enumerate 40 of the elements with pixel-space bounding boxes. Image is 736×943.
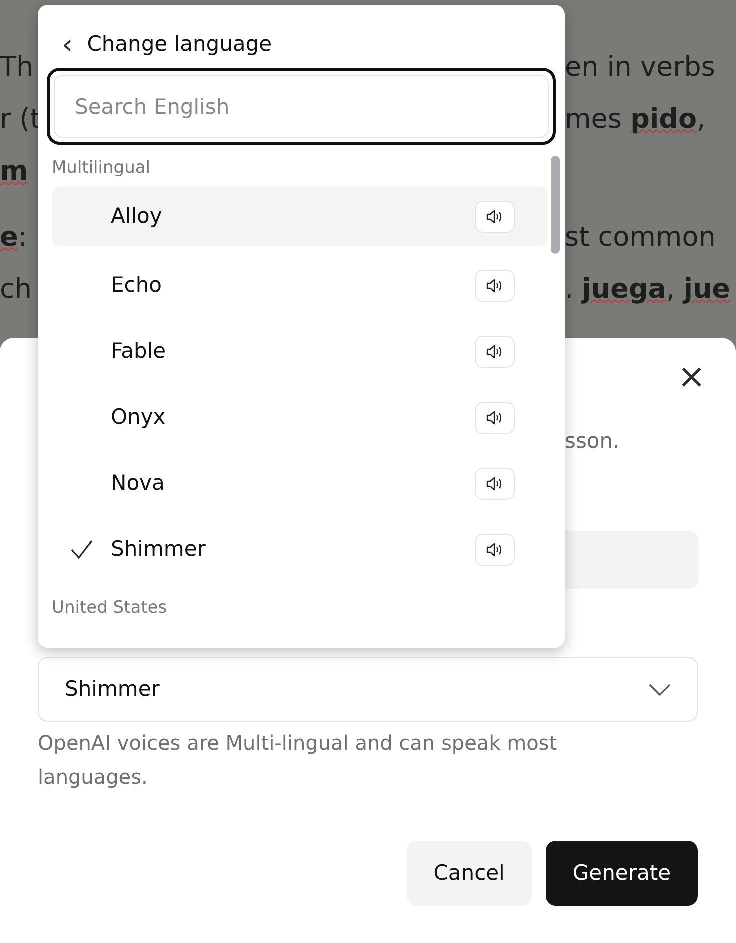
- description-text: sson.: [565, 428, 620, 455]
- speaker-icon: [486, 344, 504, 360]
- group-label: United States: [52, 597, 168, 620]
- text-fragment: . juega, jue: [565, 273, 732, 307]
- voice-option[interactable]: Onyx: [52, 385, 548, 451]
- speaker-icon: [486, 278, 504, 294]
- text-fragment: e:: [0, 221, 28, 255]
- voice-option[interactable]: Nova: [52, 451, 548, 517]
- close-button[interactable]: ×: [672, 360, 712, 394]
- helper-text: OpenAI voices are Multi-lingual and can speak most languages.: [38, 730, 558, 791]
- text-fragment: ch: [0, 273, 32, 307]
- group-label: Multilingual: [52, 157, 152, 180]
- speaker-icon: [486, 208, 504, 224]
- cancel-button[interactable]: Cancel: [406, 841, 532, 906]
- voice-option[interactable]: Fable: [52, 319, 548, 385]
- speaker-icon: [486, 542, 504, 558]
- chevron-down-icon: [649, 684, 671, 696]
- voice-option[interactable]: Echo: [52, 253, 548, 319]
- text-fragment: Th: [0, 51, 34, 85]
- voice-select[interactable]: Shimmer: [38, 657, 698, 722]
- text-fragment: st common: [565, 221, 717, 255]
- text-fragment: en in verbs: [565, 51, 716, 85]
- play-sample-button[interactable]: [475, 468, 515, 500]
- play-sample-button[interactable]: [475, 270, 515, 302]
- speaker-icon: [486, 410, 504, 426]
- generate-button[interactable]: Generate: [546, 841, 698, 906]
- back-button[interactable]: ‹: [60, 33, 76, 57]
- voice-option[interactable]: Alloy: [52, 187, 548, 246]
- input-field[interactable]: [565, 531, 699, 589]
- speaker-icon: [486, 476, 504, 492]
- play-sample-button[interactable]: [475, 534, 515, 566]
- play-sample-button[interactable]: [475, 200, 515, 232]
- menu-title: Change language: [87, 31, 272, 58]
- search-field[interactable]: Search English: [47, 68, 556, 145]
- scrollbar[interactable]: [551, 156, 560, 254]
- play-sample-button[interactable]: [475, 336, 515, 368]
- voice-option[interactable]: Shimmer: [52, 517, 548, 583]
- play-sample-button[interactable]: [475, 402, 515, 434]
- text-fragment: m: [0, 155, 28, 189]
- text-fragment: mes pido,: [565, 103, 707, 137]
